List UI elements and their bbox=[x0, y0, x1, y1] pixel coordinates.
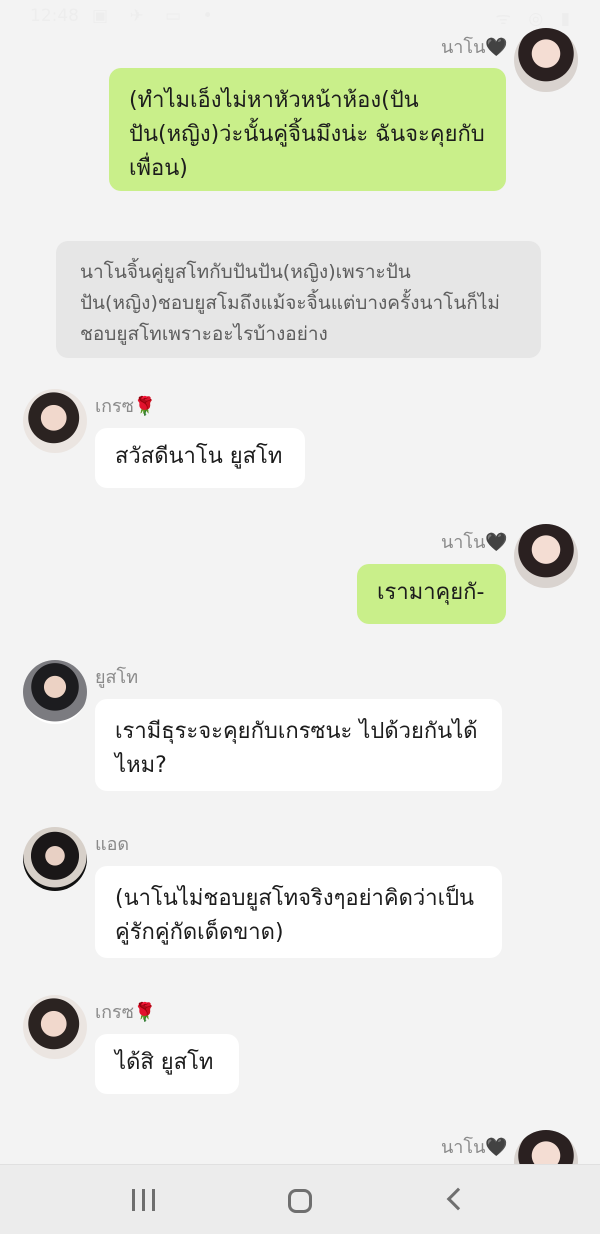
recent-apps-button[interactable] bbox=[124, 1183, 164, 1219]
message-bubble[interactable]: (นาโนไม่ชอบยูสโทจริงๆอย่าคิดว่าเป็นคู่รั… bbox=[95, 866, 502, 958]
system-note: นาโนจิ้นคู่ยูสโทกับปันปัน(หญิง)เพราะปันป… bbox=[56, 241, 541, 358]
sender-name: นาโน🖤 bbox=[441, 1137, 508, 1158]
sender-name: แอด bbox=[95, 834, 130, 855]
avatar[interactable] bbox=[23, 995, 87, 1059]
navigation-bar bbox=[0, 1164, 600, 1234]
message-bubble[interactable]: เรามีธุระจะคุยกับเกรซนะ ไปด้วยกันได้ไหม? bbox=[95, 699, 502, 791]
status-bar: 12:48 ▣ ✈ ▭ • ᯤ ◎ ▮ bbox=[0, 0, 600, 34]
home-icon bbox=[288, 1189, 312, 1213]
message-bubble[interactable]: ได้สิ ยูสโท bbox=[95, 1034, 239, 1094]
message-bubble[interactable]: เรามาคุยกั- bbox=[357, 564, 506, 624]
sender-name: นาโน🖤 bbox=[441, 532, 508, 553]
home-button[interactable] bbox=[280, 1183, 320, 1219]
avatar[interactable] bbox=[23, 389, 87, 453]
message-bubble[interactable]: สวัสดีนาโน ยูสโท bbox=[95, 428, 305, 488]
avatar[interactable] bbox=[23, 660, 87, 724]
sender-name: ยูสโท bbox=[95, 667, 139, 688]
sender-name: เกรซ🌹 bbox=[95, 1002, 157, 1023]
sender-name: เกรซ🌹 bbox=[95, 396, 157, 417]
avatar[interactable] bbox=[514, 28, 578, 92]
status-notification-icons: ▣ ✈ ▭ • bbox=[92, 6, 221, 26]
chevron-left-icon bbox=[446, 1187, 470, 1211]
avatar[interactable] bbox=[514, 524, 578, 588]
status-system-icons: ᯤ ◎ ▮ bbox=[495, 9, 576, 29]
sender-name: นาโน🖤 bbox=[441, 37, 508, 58]
status-time: 12:48 bbox=[30, 6, 79, 26]
message-bubble[interactable]: (ทำไมเอ็งไม่หาหัวหน้าห้อง(ปันปัน(หญิง)ว่… bbox=[109, 68, 506, 191]
avatar[interactable] bbox=[23, 827, 87, 891]
back-button[interactable] bbox=[436, 1183, 476, 1219]
